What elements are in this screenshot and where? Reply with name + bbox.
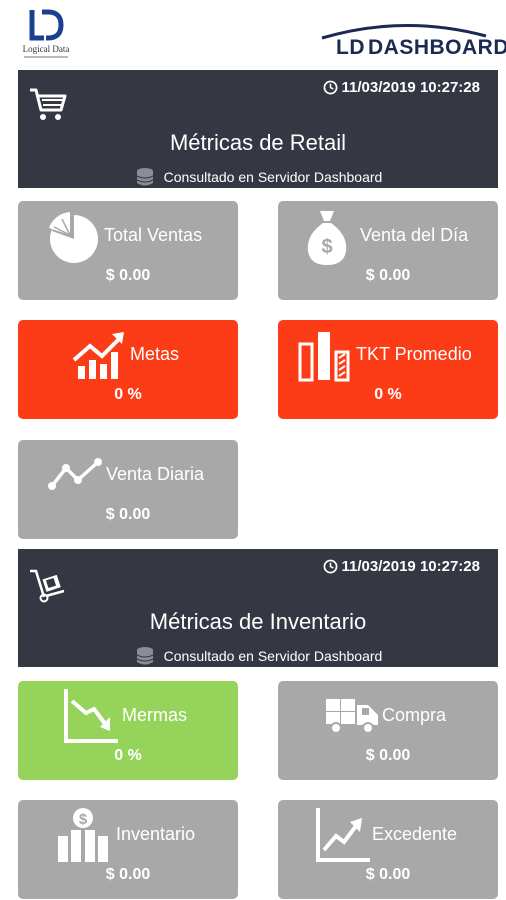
- inventario-label: Inventario: [116, 824, 196, 844]
- line-trend-icon: [48, 458, 102, 490]
- card-metas[interactable]: Metas 0 %: [18, 320, 238, 419]
- retail-timestamp-text: 11/03/2019 10:27:28: [341, 79, 480, 96]
- card-total-ventas[interactable]: Total Ventas $ 0.00: [18, 201, 238, 300]
- delivery-truck-icon: [326, 699, 378, 734]
- inventario-header: 11/03/2019 10:27:28 Métricas de Inventar…: [18, 549, 498, 667]
- excedente-label: Excedente: [372, 824, 458, 844]
- retail-source: Consultado en Servidor Dashboard: [18, 166, 498, 188]
- bar-columns-icon: [298, 332, 350, 382]
- card-mermas[interactable]: Mermas 0 %: [18, 681, 238, 780]
- card-venta-diaria[interactable]: Venta Diaria $ 0.00: [18, 440, 238, 539]
- shopping-cart-icon: [30, 88, 67, 120]
- total-ventas-label: Total Ventas: [104, 225, 203, 245]
- card-compra[interactable]: Compra $ 0.00: [278, 681, 498, 780]
- tkt-promedio-label: TKT Promedio: [356, 344, 472, 364]
- downtrend-chart-icon: [64, 689, 118, 743]
- inventario-value: $ 0.00: [105, 866, 151, 883]
- compra-value: $ 0.00: [365, 747, 411, 764]
- retail-title: Métricas de Retail: [169, 130, 347, 155]
- compra-label: Compra: [382, 705, 447, 725]
- svg-text:$: $: [79, 811, 88, 828]
- svg-text:$: $: [321, 236, 332, 258]
- clock-icon: [323, 80, 337, 95]
- card-tkt-promedio[interactable]: TKT Promedio 0 %: [278, 320, 498, 419]
- card-inventario[interactable]: $ Inventario $ 0.00: [18, 800, 238, 899]
- dashboard-brand: LD DASHBOARD: [318, 20, 506, 64]
- inventario-source-text: Consultado en Servidor Dashboard: [163, 648, 383, 664]
- inventario-title: Métricas de Inventario: [149, 609, 367, 634]
- venta-diaria-value: $ 0.00: [105, 506, 151, 523]
- mermas-label: Mermas: [122, 705, 188, 725]
- card-excedente[interactable]: Excedente $ 0.00: [278, 800, 498, 899]
- card-venta-del-dia[interactable]: $ Venta del Día $ 0.00: [278, 201, 498, 300]
- total-ventas-value: $ 0.00: [105, 267, 151, 284]
- brand-prefix: LD: [336, 36, 365, 59]
- uptrend-chart-icon: [316, 808, 370, 862]
- brand-name: LD DASHBOARD: [336, 36, 506, 60]
- ld-logo-icon: [29, 9, 64, 41]
- app-header: Logical Data LD DASHBOARD: [0, 0, 506, 70]
- retail-timestamp: 11/03/2019 10:27:28: [323, 79, 480, 96]
- venta-del-dia-value: $ 0.00: [365, 267, 411, 284]
- coin-stacks-icon: $: [58, 808, 108, 862]
- tkt-promedio-value: 0 %: [374, 386, 402, 403]
- money-bag-icon: $: [307, 211, 347, 265]
- metas-value: 0 %: [114, 386, 142, 403]
- inventario-timestamp-text: 11/03/2019 10:27:28: [341, 558, 480, 575]
- pie-chart-icon: [49, 212, 98, 263]
- growth-chart-icon: [72, 332, 124, 379]
- inventario-timestamp: 11/03/2019 10:27:28: [323, 558, 480, 575]
- clock-icon: [323, 559, 337, 574]
- brand-word: DASHBOARD: [368, 36, 506, 59]
- database-icon: [136, 168, 153, 186]
- mermas-value: 0 %: [114, 747, 142, 764]
- logo-underline: [24, 56, 68, 58]
- inventario-source: Consultado en Servidor Dashboard: [18, 645, 498, 667]
- hand-truck-icon: [30, 569, 65, 603]
- database-icon: [136, 647, 153, 665]
- metas-label: Metas: [130, 344, 180, 364]
- logo-text: Logical Data: [22, 44, 70, 54]
- excedente-value: $ 0.00: [365, 866, 411, 883]
- retail-header: 11/03/2019 10:27:28 Métricas de Retail C…: [18, 70, 498, 188]
- logical-data-logo[interactable]: Logical Data: [22, 8, 70, 64]
- venta-del-dia-label: Venta del Día: [360, 225, 469, 245]
- venta-diaria-label: Venta Diaria: [106, 464, 205, 484]
- retail-source-text: Consultado en Servidor Dashboard: [163, 169, 383, 185]
